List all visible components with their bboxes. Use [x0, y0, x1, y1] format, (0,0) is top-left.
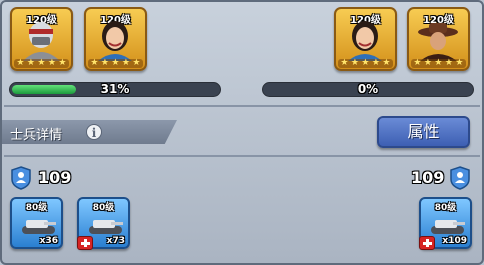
progress-bar-right: 0% [262, 82, 474, 97]
unit-level: 80级 [434, 203, 457, 213]
tank-icon [89, 220, 123, 234]
progress-percent-left: 31% [100, 82, 130, 96]
unit-card-right-1[interactable]: 80级 x109 [419, 197, 472, 250]
unit-quantity: x109 [442, 236, 467, 246]
progress-bar-left: 31% [9, 82, 221, 97]
divider [4, 105, 480, 107]
attributes-button[interactable]: 属性 [377, 116, 470, 148]
girl-portrait-icon [348, 21, 382, 61]
medkit-icon [419, 236, 435, 250]
troop-shield-icon [11, 166, 31, 190]
unit-quantity: x73 [106, 236, 125, 246]
tank-icon [22, 220, 56, 234]
unit-level: 80级 [92, 203, 115, 213]
unit-quantity: x36 [39, 236, 58, 246]
tank-icon [431, 220, 465, 234]
troop-count-left: 109 [38, 168, 72, 187]
girl-portrait-icon [98, 21, 132, 61]
hero-stars: ★ ★ ★ ★ ★ [338, 59, 393, 68]
troop-shield-icon [450, 166, 470, 190]
info-icon[interactable]: i [86, 124, 102, 140]
progress-percent-right: 0% [357, 82, 379, 96]
hero-card-right-1[interactable]: 120级 ★ ★ ★ ★ ★ [334, 7, 397, 71]
cowboy-portrait-icon [418, 23, 458, 61]
unit-card-left-1[interactable]: 80级 x36 [10, 197, 63, 249]
hero-stars: ★ ★ ★ ★ ★ [411, 59, 466, 68]
hero-stars: ★ ★ ★ ★ ★ [88, 59, 143, 68]
hero-card-left-2[interactable]: 120级 ★ ★ ★ ★ ★ [84, 7, 147, 71]
masked-soldier-portrait-icon [23, 22, 60, 61]
hero-stars: ★ ★ ★ ★ ★ [14, 59, 69, 68]
section-title: 士兵详情 [10, 128, 63, 143]
divider [4, 155, 480, 157]
hero-card-left-1[interactable]: 120级 ★ ★ ★ ★ ★ [10, 7, 73, 71]
unit-level: 80级 [25, 203, 48, 213]
medkit-icon [77, 236, 93, 250]
hero-card-right-2[interactable]: 120级 ★ ★ ★ ★ ★ [407, 7, 470, 71]
troop-count-right: 109 [411, 168, 445, 187]
unit-card-left-2[interactable]: 80级 x73 [77, 197, 130, 250]
